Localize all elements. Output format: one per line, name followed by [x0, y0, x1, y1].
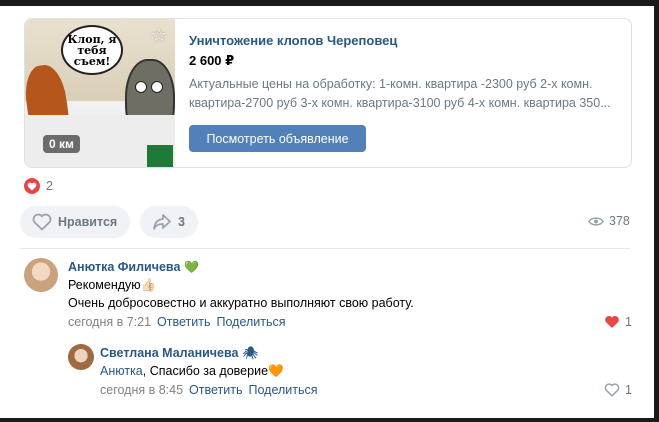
- heart-outline-icon: [604, 383, 620, 397]
- heart-outline-icon: [32, 213, 52, 231]
- reply-mention-link[interactable]: Анютка: [100, 364, 143, 378]
- avatar[interactable]: [68, 344, 94, 370]
- ad-image[interactable]: Клоп, я тебя съем! ☆ 0 км: [25, 19, 175, 167]
- share-link[interactable]: Поделиться: [248, 383, 317, 397]
- star-icon[interactable]: ☆: [151, 25, 167, 46]
- screen-border-top: [0, 0, 659, 6]
- like-label: Нравится: [58, 215, 118, 229]
- product-illustration: [147, 145, 173, 167]
- author-status-emoji: 🕷: [242, 346, 258, 360]
- comment-like-count: 1: [625, 383, 632, 397]
- share-link[interactable]: Поделиться: [216, 315, 285, 329]
- comment-author[interactable]: Анютка Филичева 💚: [68, 260, 199, 274]
- reactions-count: 2: [46, 179, 53, 193]
- speech-bubble: Клоп, я тебя съем!: [61, 25, 123, 75]
- ad-price: 2 600 ₽: [189, 53, 235, 68]
- view-ad-button[interactable]: Посмотреть объявление: [189, 125, 366, 152]
- comment-like-button[interactable]: 1: [604, 383, 632, 397]
- bedbug-eye: [151, 81, 163, 93]
- ad-title[interactable]: Уничтожение клопов Череповец: [189, 33, 397, 48]
- comment-text: Очень добросовестно и аккуратно выполняю…: [68, 296, 414, 310]
- comment-author[interactable]: Светлана Маланичева 🕷: [100, 346, 258, 360]
- views-counter: 378: [588, 214, 630, 228]
- comment-like-button[interactable]: 1: [604, 315, 632, 329]
- comment-author-name[interactable]: Анютка Филичева: [68, 260, 180, 274]
- reply-link[interactable]: Ответить: [189, 383, 242, 397]
- heart-icon: [24, 178, 40, 194]
- comment-author-name[interactable]: Светлана Маланичева: [100, 346, 238, 360]
- comment-like-count: 1: [625, 315, 632, 329]
- screen-border-bottom: [0, 418, 659, 422]
- comment-time[interactable]: сегодня в 7:21: [68, 315, 151, 329]
- divider: [20, 248, 630, 249]
- share-count: 3: [178, 215, 185, 229]
- like-button[interactable]: Нравится: [20, 206, 130, 238]
- heart-filled-icon: [605, 315, 619, 328]
- comment-text: Анютка, Спасибо за доверие🧡: [100, 364, 284, 379]
- bedbug-eye: [135, 81, 147, 93]
- ad-card[interactable]: Клоп, я тебя съем! ☆ 0 км Уничтожение кл…: [24, 18, 632, 168]
- ad-description-line: Актуальные цены на обработку: 1-комн. кв…: [189, 77, 593, 91]
- ad-description-line: квартира-2700 руб 3-х комн. квартира-310…: [189, 96, 611, 110]
- comment-text-body: , Спасибо за доверие🧡: [142, 364, 284, 378]
- comment-time[interactable]: сегодня в 8:45: [100, 383, 183, 397]
- avatar[interactable]: [24, 258, 58, 292]
- screen-border-right: [654, 0, 659, 422]
- reactions-summary[interactable]: 2: [24, 178, 53, 194]
- author-status-emoji: 💚: [184, 260, 200, 274]
- reply-link[interactable]: Ответить: [157, 315, 210, 329]
- comment-text: Рекомендую👍🏻: [68, 278, 157, 292]
- views-count: 378: [609, 214, 630, 228]
- ad-description: Актуальные цены на обработку: 1-комн. кв…: [189, 75, 617, 113]
- comment-meta: сегодня в 7:21 Ответить Поделиться: [68, 315, 286, 329]
- share-button[interactable]: 3: [140, 206, 198, 238]
- share-icon: [153, 214, 171, 230]
- comment-meta: сегодня в 8:45 Ответить Поделиться: [100, 383, 318, 397]
- eye-icon: [588, 216, 604, 226]
- distance-badge: 0 км: [43, 135, 80, 153]
